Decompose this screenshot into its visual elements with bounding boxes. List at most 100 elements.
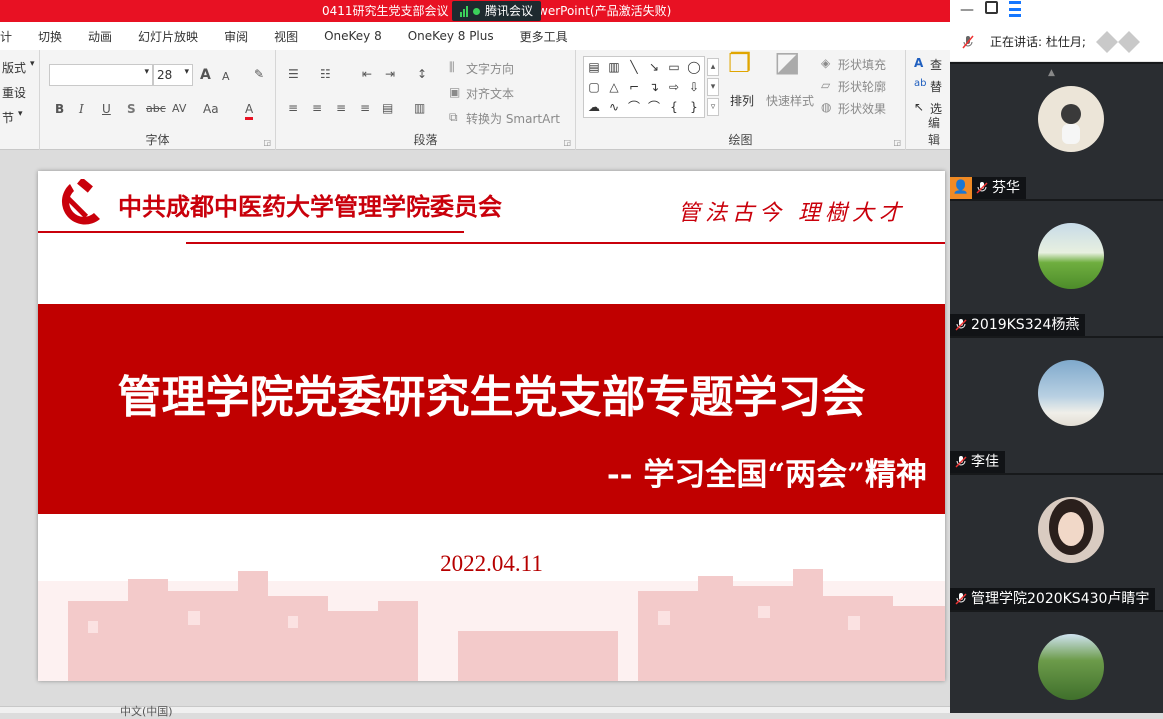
participant-tile[interactable]: ▲ 👤 芬华	[950, 62, 1163, 199]
rectangle-shape-icon[interactable]: ▭	[664, 57, 684, 77]
text-shadow-button[interactable]: S	[127, 101, 136, 117]
font-family-input[interactable]: ▾	[49, 64, 153, 86]
quick-styles-button[interactable]: 快速样式	[766, 92, 814, 109]
status-bar: 中文(中国)	[0, 705, 950, 718]
char-spacing-button[interactable]: AV	[172, 101, 186, 117]
mic-muted-icon	[955, 319, 967, 331]
tab-onekey8-plus[interactable]: OneKey 8 Plus	[395, 29, 507, 43]
tab-design[interactable]: 计	[0, 28, 25, 45]
arrange-button[interactable]: 排列	[730, 92, 754, 109]
justify-icon[interactable]: ≡	[360, 100, 370, 116]
right-brace-shape-icon[interactable]: }	[684, 97, 704, 117]
numbering-icon[interactable]: ☷	[320, 66, 331, 82]
party-committee-name: 中共成都中医药大学管理学院委员会	[118, 192, 502, 221]
grow-font-button[interactable]: A	[200, 67, 211, 83]
arc-shape-icon[interactable]: ⌒	[644, 97, 664, 117]
align-center-icon[interactable]: ≡	[312, 100, 322, 116]
dialog-launcher-icon[interactable]: ◲	[563, 138, 571, 147]
replace-button[interactable]: 替	[930, 78, 942, 95]
select-icon: ↖	[914, 100, 925, 114]
columns-icon[interactable]: ▥	[414, 100, 425, 116]
decrease-indent-icon[interactable]: ⇤	[362, 66, 372, 82]
editing-group-label: 编辑	[928, 116, 941, 147]
participant-tile[interactable]: 管理学院2020KS430卢睛宇	[950, 473, 1163, 610]
align-right-icon[interactable]: ≡	[336, 100, 346, 116]
layout-list-icon[interactable]	[1009, 1, 1021, 17]
meeting-indicator-pill[interactable]: 腾讯会议	[452, 1, 542, 21]
active-speaker-bar: 正在讲话: 杜仕月;	[950, 22, 1163, 62]
participant-tile[interactable]: 2019KS324杨燕	[950, 199, 1163, 336]
participant-name-bar: 2019KS324杨燕	[950, 314, 1086, 336]
distribute-icon[interactable]: ▤	[382, 100, 393, 116]
shape-outline-button[interactable]: 形状轮廓	[838, 78, 886, 95]
layout-button[interactable]: 版式	[2, 59, 26, 76]
shape-fill-button[interactable]: 形状填充	[838, 56, 886, 73]
left-brace-shape-icon[interactable]: {	[664, 97, 684, 117]
gallery-expand-icon[interactable]: ▿	[707, 98, 719, 116]
restore-icon[interactable]	[985, 1, 998, 14]
font-size-input[interactable]: 28 ▾	[153, 64, 193, 86]
dialog-launcher-icon[interactable]: ◲	[263, 138, 271, 147]
change-case-button[interactable]: Aa	[203, 101, 219, 117]
tab-onekey8[interactable]: OneKey 8	[311, 29, 395, 43]
tab-more-tools[interactable]: 更多工具	[507, 28, 581, 45]
tab-animations[interactable]: 动画	[75, 28, 125, 45]
elbow-connector-shape-icon[interactable]: ⌐	[624, 77, 644, 97]
textbox-shape-icon[interactable]: ▤	[584, 57, 604, 77]
shape-effects-button[interactable]: 形状效果	[838, 100, 886, 117]
slide[interactable]: 中共成都中医药大学管理学院委员会 管法古今 理樹大才 管理学院党委研究生党支部专…	[38, 171, 945, 681]
mic-muted-icon	[955, 593, 967, 605]
vertical-textbox-shape-icon[interactable]: ▥	[604, 57, 624, 77]
arrow-line-shape-icon[interactable]: ↘	[644, 57, 664, 77]
line-spacing-icon[interactable]: ↕	[417, 66, 427, 82]
convert-smartart-button[interactable]: 转换为 SmartArt	[466, 110, 560, 127]
host-badge-icon: 👤	[950, 177, 972, 199]
line-shape-icon[interactable]: ╲	[624, 57, 644, 77]
align-left-icon[interactable]: ≡	[288, 100, 298, 116]
tab-review[interactable]: 审阅	[211, 28, 261, 45]
shapes-gallery[interactable]: ▤ ▥ ╲ ↘ ▭ ◯ ▢ △ ⌐ ↴ ⇨ ⇩ ☁ ∿ ⌒ ⌒ { }	[583, 56, 705, 118]
gallery-scroll-up-icon[interactable]: ▴	[707, 58, 719, 76]
bold-button[interactable]: B	[55, 101, 64, 117]
strikethrough-button[interactable]: abc	[146, 101, 166, 117]
curve-shape-icon[interactable]: ⌒	[624, 97, 644, 117]
slide-subtitle[interactable]: -- 学习全国“两会”精神	[607, 449, 927, 494]
clear-format-icon[interactable]: ✎	[254, 66, 264, 82]
tab-view[interactable]: 视图	[261, 28, 311, 45]
avatar	[1038, 223, 1104, 289]
down-arrow-shape-icon[interactable]: ⇩	[684, 77, 704, 97]
underline-button[interactable]: U	[102, 101, 111, 117]
oval-shape-icon[interactable]: ◯	[684, 57, 704, 77]
shrink-font-button[interactable]: A	[222, 69, 230, 85]
slide-main-title[interactable]: 管理学院党委研究生党支部专题学习会	[38, 361, 945, 425]
scribble-shape-icon[interactable]: ∿	[604, 97, 624, 117]
participant-tile[interactable]: 李佳	[950, 336, 1163, 473]
tab-transitions[interactable]: 切换	[25, 28, 75, 45]
header-divider-line	[186, 242, 945, 244]
find-button[interactable]: 查	[930, 56, 942, 73]
tab-slideshow[interactable]: 幻灯片放映	[125, 28, 211, 45]
freeform-shape-icon[interactable]: ☁	[584, 97, 604, 117]
editing-group: A 查 ab 替 ↖ 选 编辑	[906, 50, 950, 150]
minimize-icon[interactable]: —	[960, 2, 974, 18]
elbow-arrow-shape-icon[interactable]: ↴	[644, 77, 664, 97]
participant-name: 李佳	[971, 454, 999, 470]
rounded-rect-shape-icon[interactable]: ▢	[584, 77, 604, 97]
right-arrow-shape-icon[interactable]: ⇨	[664, 77, 684, 97]
section-button[interactable]: 节	[2, 109, 14, 126]
chevron-up-icon[interactable]: ▲	[1048, 68, 1055, 78]
participant-tile[interactable]	[950, 610, 1163, 713]
shape-fill-icon: ◈	[821, 56, 831, 70]
bullets-icon[interactable]: ☰	[288, 66, 299, 82]
participant-name: 芬华	[992, 180, 1020, 196]
avatar	[1038, 360, 1104, 426]
italic-button[interactable]: I	[79, 101, 84, 117]
increase-indent-icon[interactable]: ⇥	[385, 66, 395, 82]
align-text-button[interactable]: 对齐文本	[466, 85, 514, 102]
font-color-button[interactable]: A	[245, 101, 254, 120]
reset-button[interactable]: 重设	[2, 84, 26, 101]
triangle-shape-icon[interactable]: △	[604, 77, 624, 97]
dialog-launcher-icon[interactable]: ◲	[893, 138, 901, 147]
text-direction-button[interactable]: 文字方向	[466, 60, 514, 77]
gallery-scroll-down-icon[interactable]: ▾	[707, 78, 719, 96]
